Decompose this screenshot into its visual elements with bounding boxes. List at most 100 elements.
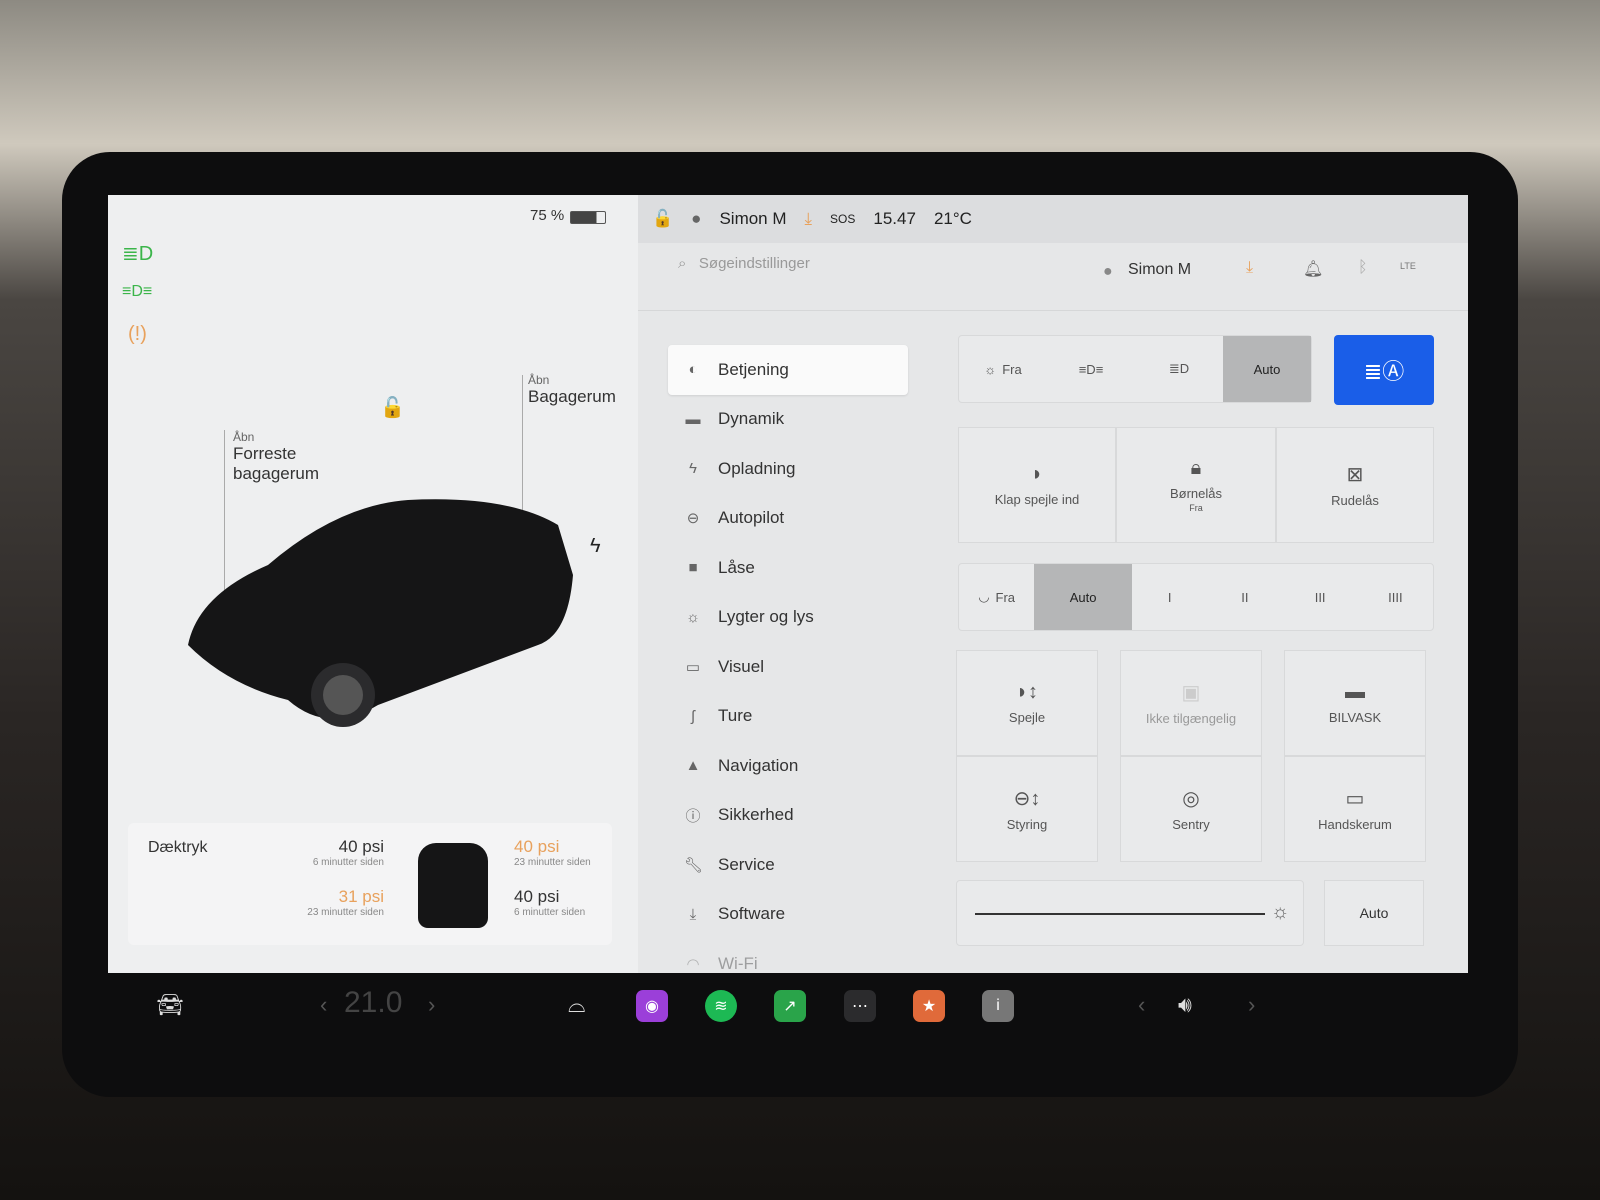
nav-label: Visuel bbox=[718, 656, 764, 676]
bell-icon[interactable]: 🔔︎ bbox=[1303, 259, 1323, 279]
window-lock-button[interactable]: ⊠ Rudelås bbox=[1276, 427, 1434, 543]
tire-pressure-card[interactable]: Dæktryk 40 psi 6 minutter siden 31 psi 23 … bbox=[128, 823, 612, 945]
steering-adjust-button[interactable]: ⊖↕ Styring bbox=[956, 756, 1098, 862]
brightness-slider[interactable] bbox=[975, 913, 1265, 915]
defrost-icon[interactable]: ⌓ bbox=[568, 992, 585, 1018]
lights-off-button[interactable]: ☼ Fra bbox=[959, 336, 1047, 402]
search-input[interactable]: Søgeindstillinger bbox=[699, 255, 810, 272]
nav-label: Betjening bbox=[718, 359, 789, 379]
energy-app-icon[interactable]: ↗ bbox=[774, 990, 806, 1022]
spotify-app-icon[interactable]: ≋ bbox=[705, 990, 737, 1022]
mirrors-label: Spejle bbox=[1008, 710, 1046, 725]
lights-off-label: Fra bbox=[1002, 361, 1022, 377]
cabin-temp[interactable]: 21.0 bbox=[344, 986, 402, 1020]
trunk-button[interactable]: Åbn Bagagerum bbox=[528, 373, 616, 407]
bluetooth-icon[interactable]: ᛒ bbox=[1358, 259, 1368, 277]
wifi-icon: ◠ bbox=[686, 955, 700, 973]
volume-down-icon[interactable]: ‹ bbox=[1138, 992, 1145, 1018]
wiper-speed-2[interactable]: II bbox=[1207, 564, 1282, 630]
steering-label: Styring bbox=[1006, 817, 1048, 832]
child-lock-button[interactable]: 🔒︎ Børnelås Fra bbox=[1116, 427, 1276, 543]
download-icon[interactable]: ⤓ bbox=[805, 209, 813, 229]
parking-lights-button[interactable]: ≡D≡ bbox=[1047, 336, 1135, 402]
nav-label: Sikkerhed bbox=[718, 805, 794, 825]
nav-lygter[interactable]: ☼ Lygter og lys bbox=[668, 593, 908, 643]
brightness-auto-button[interactable]: Auto bbox=[1324, 880, 1424, 946]
nav-sikkerhed[interactable]: ⓘ Sikkerhed bbox=[668, 791, 908, 841]
sun-icon: ☼ bbox=[984, 361, 997, 377]
unlock-icon[interactable]: 🔓 bbox=[380, 395, 405, 420]
search-icon: ⌕ bbox=[678, 255, 687, 272]
toggle-icon: ◐ bbox=[688, 361, 698, 379]
car-panel: ≣D ≡D≡ (!) 75 % Åbn Forreste bagagerum Å… bbox=[108, 195, 638, 973]
nav-visuel[interactable]: ▭ Visuel bbox=[668, 642, 908, 692]
display-icon: ▭ bbox=[685, 658, 701, 676]
user-icon[interactable]: ● bbox=[691, 209, 701, 229]
glovebox-icon: ▭ bbox=[1345, 788, 1365, 810]
headlight-selector: ☼ Fra ≡D≡ ≣D Auto bbox=[958, 335, 1312, 403]
tire-rear-right: 40 psi 6 minutter siden bbox=[514, 887, 585, 918]
car-wash-button[interactable]: ▬ BILVASK bbox=[1284, 650, 1426, 756]
fold-mirrors-label: Klap spejle ind bbox=[994, 492, 1080, 507]
nav-software[interactable]: ⤓ Software bbox=[668, 890, 908, 940]
temp-down-icon[interactable]: ‹ bbox=[320, 992, 327, 1018]
tire-front-left: 40 psi 6 minutter siden bbox=[313, 837, 384, 868]
parking-lights-icon: ≡D≡ bbox=[1078, 361, 1104, 377]
nav-navigation[interactable]: ▲ Navigation bbox=[668, 741, 908, 791]
sentry-button[interactable]: ◎ Sentry bbox=[1120, 756, 1262, 862]
tire-fl-value: 40 psi bbox=[338, 837, 384, 856]
car-icon[interactable]: 🚘︎ bbox=[156, 992, 184, 1018]
steering-wheel-icon: ⊖↕ bbox=[1013, 788, 1041, 810]
header-user[interactable]: Simon M bbox=[1128, 261, 1191, 279]
clock: 15.47 bbox=[873, 209, 916, 228]
sos-label[interactable]: SOS bbox=[830, 212, 855, 226]
download-icon: ⤓ bbox=[689, 905, 697, 923]
low-beam-button[interactable]: ≣D bbox=[1135, 336, 1223, 402]
nav-ture[interactable]: ʃ Ture bbox=[668, 692, 908, 742]
fold-mirrors-button[interactable]: ◗ Klap spejle ind bbox=[958, 427, 1116, 543]
auto-high-beam-button[interactable]: ≣Ⓐ bbox=[1334, 335, 1434, 405]
nav-label: Låse bbox=[718, 557, 755, 577]
wiper-level-label: IIII bbox=[1388, 589, 1403, 605]
podcasts-app-icon[interactable]: ◉ bbox=[636, 990, 668, 1022]
search-bar[interactable]: ⌕ Søgeindstillinger bbox=[678, 255, 810, 272]
nav-dynamik[interactable]: ▬ Dynamik bbox=[668, 395, 908, 445]
trips-icon: ʃ bbox=[691, 707, 695, 725]
wiper-speed-4[interactable]: IIII bbox=[1358, 564, 1433, 630]
frunk-button[interactable]: Åbn Forreste bagagerum bbox=[233, 430, 343, 484]
nav-opladning[interactable]: ϟ Opladning bbox=[668, 444, 908, 494]
more-apps-icon[interactable]: ⋯ bbox=[844, 990, 876, 1022]
wipers-auto-button[interactable]: Auto bbox=[1034, 564, 1133, 630]
volume-up-icon[interactable]: › bbox=[1248, 992, 1255, 1018]
alert-icon: ⓘ bbox=[685, 807, 701, 825]
lights-auto-button[interactable]: Auto bbox=[1223, 336, 1311, 402]
mirrors-adjust-button[interactable]: ◗↕ Spejle bbox=[956, 650, 1098, 756]
wiper-icon: ◡ bbox=[978, 589, 990, 604]
nav-label: Wi-Fi bbox=[718, 953, 758, 973]
nav-laase[interactable]: ■ Låse bbox=[668, 543, 908, 593]
nav-betjening[interactable]: ◐ Betjening bbox=[668, 345, 908, 395]
temp-up-icon[interactable]: › bbox=[428, 992, 435, 1018]
wiper-speed-3[interactable]: III bbox=[1283, 564, 1358, 630]
wipers-off-button[interactable]: ◡ Fra bbox=[959, 564, 1034, 630]
tire-rear-left: 31 psi 23 minutter siden bbox=[307, 887, 384, 918]
nav-label: Dynamik bbox=[718, 409, 785, 429]
trunk-label: Bagagerum bbox=[528, 387, 616, 406]
volume-icon[interactable]: 🔊︎ bbox=[1178, 992, 1192, 1018]
lock-status-icon[interactable]: 🔓 bbox=[652, 209, 673, 229]
nav-autopilot[interactable]: ⊖ Autopilot bbox=[668, 494, 908, 544]
wiper-speed-1[interactable]: I bbox=[1132, 564, 1207, 630]
header-download-icon[interactable]: ⤓ bbox=[1246, 259, 1253, 277]
outside-temp: 21°C bbox=[933, 209, 972, 228]
status-user[interactable]: Simon M bbox=[719, 209, 786, 229]
battery-percent: 75 % bbox=[530, 207, 565, 224]
user-avatar-icon[interactable]: ● bbox=[1103, 263, 1113, 281]
tire-pressure-title: Dæktryk bbox=[148, 839, 208, 856]
toybox-app-icon[interactable]: ★ bbox=[913, 990, 945, 1022]
nav-service[interactable]: 🔧︎ Service bbox=[668, 840, 908, 890]
nav-wifi[interactable]: ◠ Wi-Fi bbox=[668, 939, 908, 973]
glovebox-button[interactable]: ▭ Handskerum bbox=[1284, 756, 1426, 862]
low-beam-icon: ≣D bbox=[1168, 361, 1190, 376]
window-lock-label: Rudelås bbox=[1331, 493, 1379, 508]
manual-app-icon[interactable]: i bbox=[982, 990, 1014, 1022]
